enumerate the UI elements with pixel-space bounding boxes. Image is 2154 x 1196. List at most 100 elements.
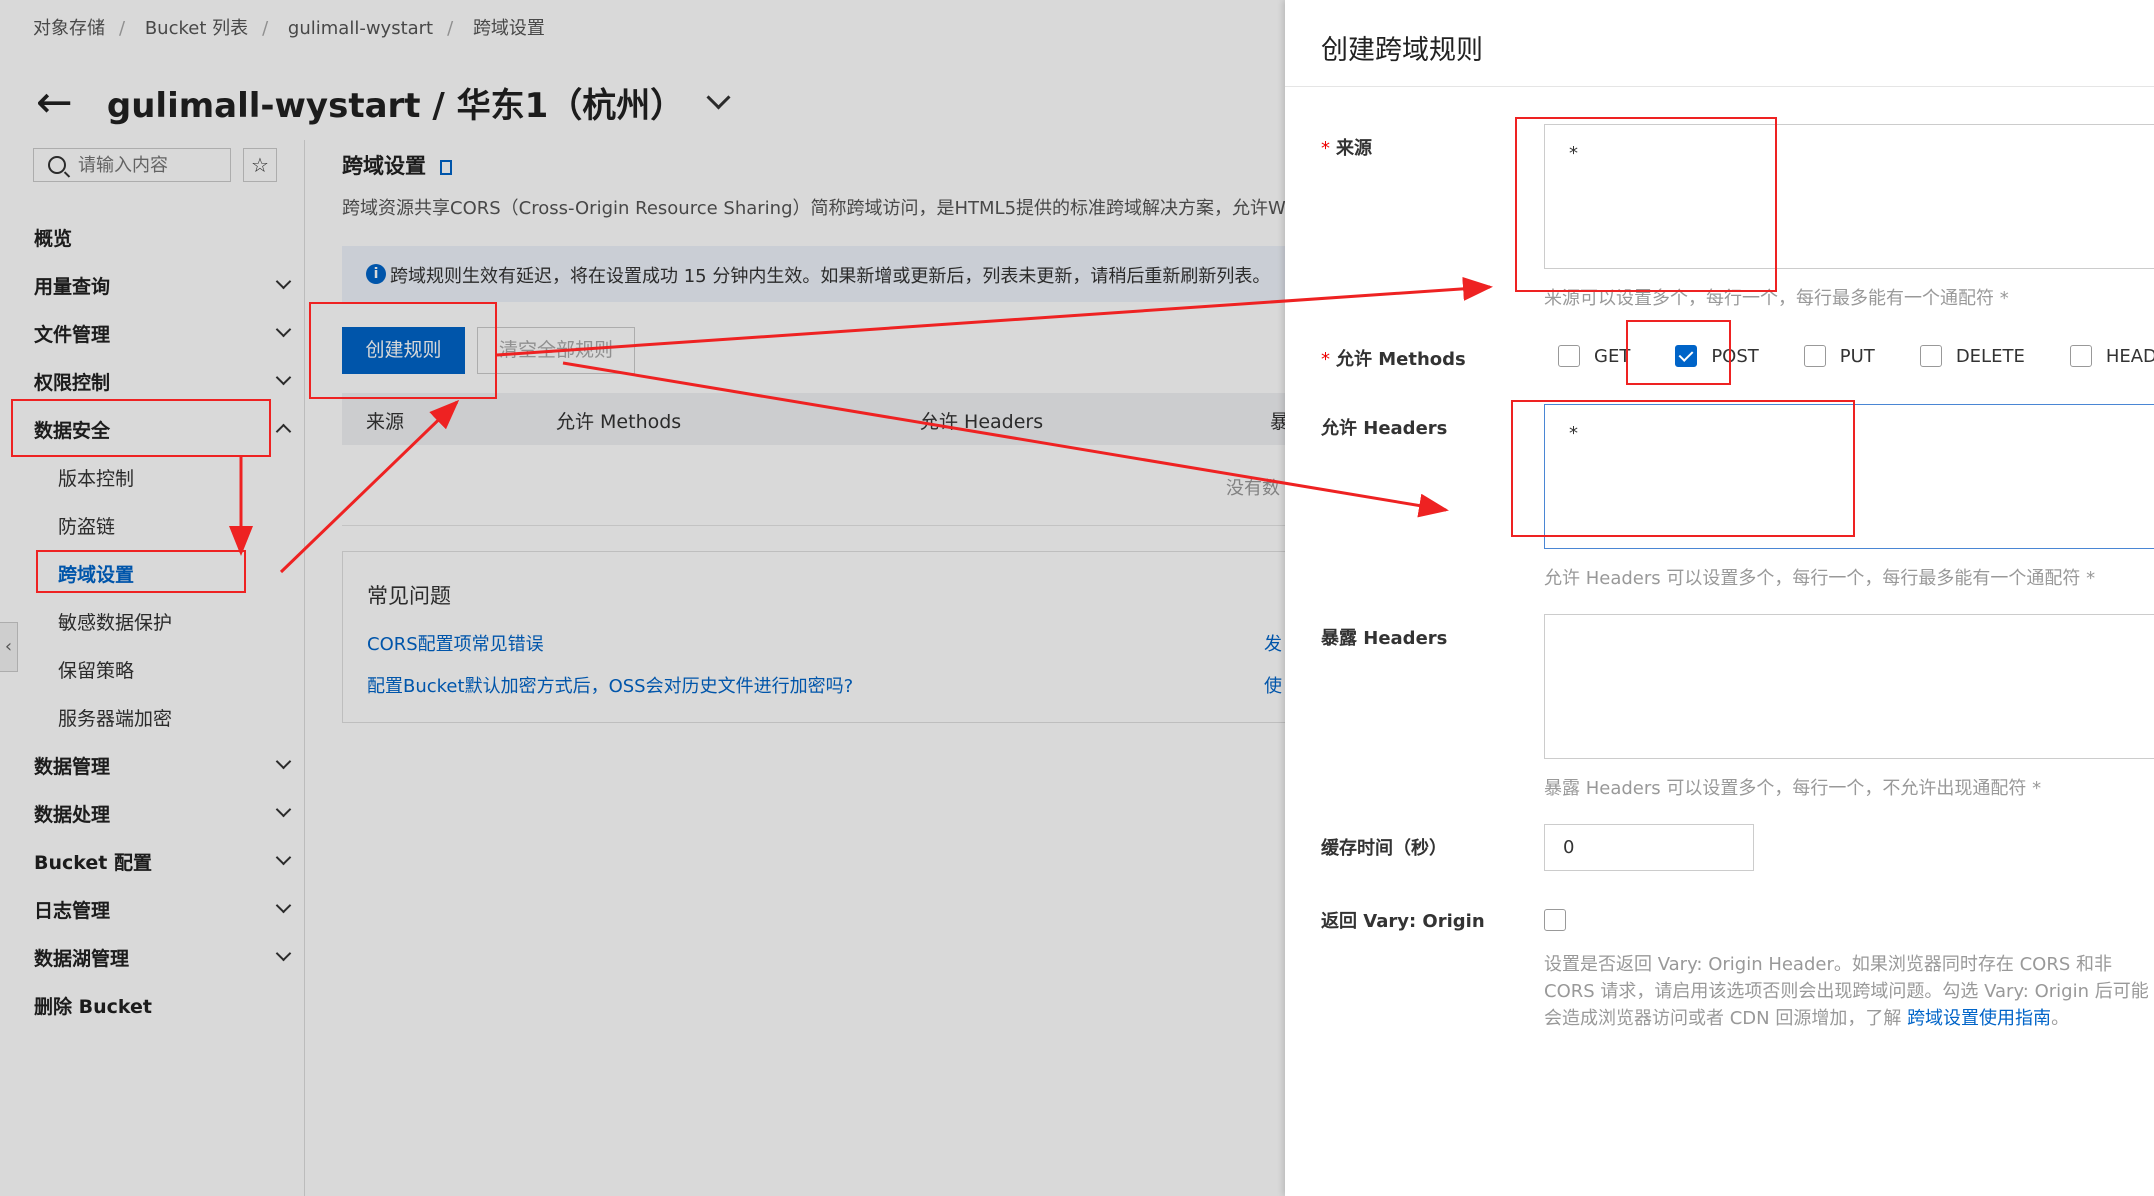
checkbox-box[interactable]	[1558, 345, 1580, 367]
search-input[interactable]	[76, 153, 220, 177]
bucket-console-page: 对象存储 / Bucket 列表 / gulimall-wystart / 跨域设置 …	[0, 0, 1285, 1196]
column-header: 暴	[1270, 411, 1285, 433]
sidebar-item-delete-bucket[interactable]: 删除 Bucket	[34, 992, 152, 1019]
info-icon: i	[366, 264, 386, 284]
arrow-left-icon[interactable]: ←	[36, 80, 73, 125]
sidebar-item-logs[interactable]: 日志管理	[34, 896, 110, 923]
sidebar-item-data-security[interactable]: 数据安全	[34, 416, 110, 443]
faq-title: 常见问题	[367, 584, 451, 608]
allow-headers-hint: 允许 Headers 可以设置多个，每行一个，每行最多能有一个通配符 *	[1544, 568, 2096, 589]
checkmark-icon[interactable]	[1675, 345, 1698, 367]
create-cors-rule-drawer: 创建跨域规则 * 来源 * 来源可以设置多个，每行一个，每行最多能有一个通配符 *…	[1285, 0, 2154, 1196]
info-notice: i 跨域规则生效有延迟，将在设置成功 15 分钟内生效。如果新增或更新后，列表未…	[342, 246, 1285, 302]
chevron-down-icon[interactable]	[275, 801, 292, 818]
method-head-checkbox[interactable]: HEAD	[2056, 345, 2154, 367]
divider	[342, 525, 1285, 526]
sidebar-item-bucket-config[interactable]: Bucket 配置	[34, 848, 152, 875]
checkbox-box[interactable]	[1803, 345, 1826, 367]
sidebar-item-data-lake[interactable]: 数据湖管理	[34, 944, 129, 971]
sidebar-item-hotlink[interactable]: 防盗链	[58, 512, 115, 539]
notice-text: 跨域规则生效有延迟，将在设置成功 15 分钟内生效。如果新增或更新后，列表未更新…	[390, 266, 1271, 287]
chevron-down-icon[interactable]	[275, 753, 292, 770]
vary-origin-label: 返回 Vary: Origin	[1321, 911, 1485, 932]
sidebar-search	[33, 148, 231, 182]
rules-table-header: 来源 允许 Methods 允许 Headers 暴	[342, 393, 1285, 445]
required-mark: *	[1321, 138, 1330, 159]
faq-link[interactable]: 发	[1264, 630, 1282, 656]
sidebar-item-versioning[interactable]: 版本控制	[58, 464, 134, 491]
cache-time-input[interactable]	[1544, 824, 1754, 871]
empty-state-text: 没有数	[1226, 478, 1280, 499]
drawer-title: 创建跨域规则	[1321, 35, 1483, 66]
drawer-divider	[1285, 86, 2154, 87]
sidebar-item-sensitive-data[interactable]: 敏感数据保护	[58, 608, 172, 635]
allow-headers-label: 允许 Headers	[1321, 418, 1448, 439]
chevron-down-icon[interactable]	[275, 945, 292, 962]
allow-headers-textarea[interactable]: *	[1544, 404, 2154, 549]
sidebar-item-encryption[interactable]: 服务器端加密	[58, 704, 172, 731]
chevron-down-icon[interactable]	[275, 369, 292, 386]
methods-label: * 允许 Methods	[1321, 345, 1466, 371]
faq-link[interactable]: 配置Bucket默认加密方式后，OSS会对历史文件进行加密吗?	[367, 672, 853, 698]
sidebar-item-files[interactable]: 文件管理	[34, 320, 110, 347]
faq-panel: 常见问题 CORS配置项常见错误 配置Bucket默认加密方式后，OSS会对历史…	[342, 551, 1285, 723]
column-header: 允许 Methods	[556, 411, 682, 433]
breadcrumb-separator: /	[119, 18, 126, 39]
method-label: POST	[1711, 345, 1759, 367]
sidebar-item-cors[interactable]: 跨域设置	[58, 560, 134, 587]
chevron-down-icon[interactable]	[706, 85, 731, 110]
chevron-up-icon[interactable]	[275, 423, 292, 440]
column-header: 来源	[366, 411, 405, 433]
method-post-checkbox[interactable]: POST	[1661, 345, 1759, 367]
breadcrumb: 对象存储 / Bucket 列表 / gulimall-wystart / 跨域设置	[33, 14, 559, 40]
origin-label-text: 来源	[1336, 138, 1372, 159]
methods-label-text: 允许 Methods	[1336, 349, 1466, 370]
chevron-down-icon[interactable]	[275, 849, 292, 866]
breadcrumb-separator: /	[262, 18, 269, 39]
breadcrumb-item[interactable]: gulimall-wystart	[288, 18, 433, 39]
chevron-down-icon[interactable]	[275, 321, 292, 338]
breadcrumb-item[interactable]: 对象存储	[33, 18, 105, 39]
checkbox-box[interactable]	[2069, 345, 2092, 367]
expose-headers-hint: 暴露 Headers 可以设置多个，每行一个，不允许出现通配符 *	[1544, 778, 2042, 799]
sidebar-divider	[304, 140, 305, 1196]
sidebar-item-data-processing[interactable]: 数据处理	[34, 800, 110, 827]
methods-checkbox-group: GET POST PUT DELETE HEAD	[1544, 345, 2154, 367]
vary-origin-checkbox[interactable]	[1544, 909, 1566, 931]
chevron-down-icon[interactable]	[275, 897, 292, 914]
clear-rules-button[interactable]: 清空全部规则	[477, 327, 635, 374]
origin-textarea[interactable]: *	[1544, 124, 2154, 269]
star-icon[interactable]: ☆	[243, 148, 277, 182]
cors-guide-link[interactable]: 跨域设置使用指南	[1907, 1008, 2051, 1029]
origin-label: * 来源	[1321, 134, 1372, 160]
breadcrumb-separator: /	[447, 18, 454, 39]
sidebar-item-overview[interactable]: 概览	[34, 224, 72, 251]
faq-link[interactable]: 使	[1264, 672, 1282, 698]
section-description: 跨域资源共享CORS（Cross-Origin Resource Sharing…	[342, 198, 1285, 219]
chevron-down-icon[interactable]	[275, 273, 292, 290]
expose-headers-label: 暴露 Headers	[1321, 628, 1448, 649]
sidebar-item-retention[interactable]: 保留策略	[58, 656, 134, 683]
sidebar-item-usage[interactable]: 用量查询	[34, 272, 110, 299]
create-rule-button[interactable]: 创建规则	[342, 327, 465, 374]
column-header: 允许 Headers	[920, 411, 1044, 433]
method-put-checkbox[interactable]: PUT	[1790, 345, 1875, 367]
method-delete-checkbox[interactable]: DELETE	[1906, 345, 2025, 367]
breadcrumb-item[interactable]: Bucket 列表	[145, 18, 248, 39]
page-title: gulimall-wystart / 华东1（杭州）	[106, 86, 685, 126]
sidebar-item-data-management[interactable]: 数据管理	[34, 752, 110, 779]
sidebar-item-permissions[interactable]: 权限控制	[34, 368, 110, 395]
faq-link[interactable]: CORS配置项常见错误	[367, 630, 544, 656]
expose-headers-textarea[interactable]	[1544, 614, 2154, 759]
cache-time-label: 缓存时间（秒）	[1321, 838, 1447, 859]
checkbox-box[interactable]	[1919, 345, 1942, 367]
method-label: HEAD	[2105, 345, 2154, 367]
section-title-text: 跨域设置	[342, 154, 426, 178]
document-icon[interactable]	[440, 159, 452, 175]
method-label: GET	[1594, 345, 1631, 367]
method-label: DELETE	[1955, 345, 2025, 367]
method-get-checkbox[interactable]: GET	[1544, 345, 1630, 367]
method-label: PUT	[1839, 345, 1875, 367]
vary-origin-note: 设置是否返回 Vary: Origin Header。如果浏览器同时存在 COR…	[1544, 951, 2154, 1032]
chevron-left-icon[interactable]: ‹	[0, 622, 18, 672]
